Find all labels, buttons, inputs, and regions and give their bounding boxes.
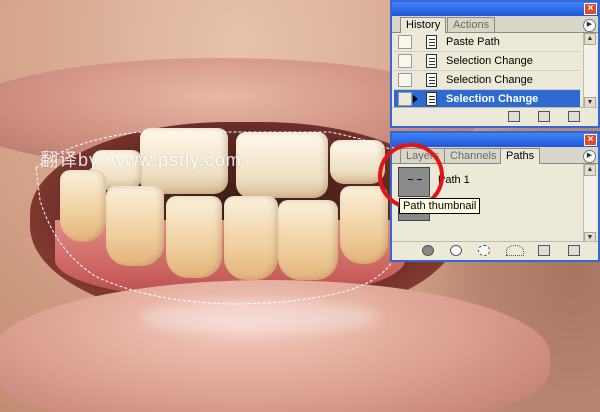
close-icon[interactable]: × (584, 3, 597, 15)
fill-path-icon[interactable] (422, 245, 434, 256)
history-bottom-bar (392, 107, 598, 126)
lower-tooth (106, 186, 164, 266)
tab-actions[interactable]: Actions (447, 17, 496, 32)
palette-menu-icon[interactable]: ▶ (583, 150, 596, 163)
watermark-text: 翻译by: www.psfly.com (40, 150, 242, 170)
history-state-icon (426, 73, 437, 87)
history-state-label: Selection Change (446, 55, 533, 67)
lower-tooth (278, 200, 338, 280)
palette-titlebar[interactable]: × (392, 2, 598, 16)
history-state[interactable]: Selection Change (394, 52, 580, 71)
lower-tooth (60, 170, 106, 242)
new-document-from-state-icon[interactable] (508, 111, 520, 122)
history-state-label: Selection Change (446, 93, 539, 105)
history-brush-source-checkbox[interactable] (398, 35, 412, 49)
history-state-icon (426, 54, 437, 68)
history-state-icon (426, 35, 437, 49)
stroke-path-icon[interactable] (450, 245, 462, 256)
upper-tooth (236, 132, 328, 198)
history-state-label: Paste Path (446, 36, 500, 48)
history-state-label: Selection Change (446, 74, 533, 86)
scroll-up-icon[interactable]: ▲ (584, 164, 596, 176)
lower-tooth (166, 196, 222, 278)
scroll-up-icon[interactable]: ▲ (584, 33, 596, 45)
new-snapshot-icon[interactable] (538, 111, 550, 122)
history-tabs: History Actions ▶ (392, 16, 598, 33)
tab-history[interactable]: History (400, 17, 447, 33)
history-state-icon (426, 92, 437, 106)
lower-tooth (340, 186, 388, 264)
history-brush-source-checkbox[interactable] (398, 54, 412, 68)
close-icon[interactable]: × (584, 134, 597, 146)
history-state[interactable]: Selection Change (394, 71, 580, 90)
lip-highlight (140, 300, 380, 335)
lower-tooth (224, 196, 278, 280)
history-state[interactable]: Paste Path (394, 33, 580, 52)
trash-icon[interactable] (568, 245, 580, 256)
load-selection-icon[interactable] (478, 245, 490, 256)
tab-channels[interactable]: Channels (444, 148, 503, 163)
tab-paths[interactable]: Paths (500, 148, 541, 164)
history-scrollbar[interactable]: ▲ ▼ (583, 33, 596, 109)
history-brush-source-checkbox[interactable] (398, 73, 412, 87)
history-palette[interactable]: × History Actions ▶ Paste Path Selection… (390, 0, 600, 128)
current-state-arrow-icon (413, 95, 418, 103)
history-brush-source-checkbox[interactable] (398, 92, 412, 106)
upper-tooth (330, 140, 385, 184)
palette-menu-icon[interactable]: ▶ (583, 19, 596, 32)
new-path-icon[interactable] (538, 245, 550, 256)
make-path-icon[interactable] (506, 245, 524, 256)
paths-bottom-bar (392, 241, 598, 260)
trash-icon[interactable] (568, 111, 580, 122)
paths-scrollbar[interactable]: ▲ ▼ (583, 164, 596, 244)
path-thumbnail-tooltip: Path thumbnail (399, 198, 481, 214)
